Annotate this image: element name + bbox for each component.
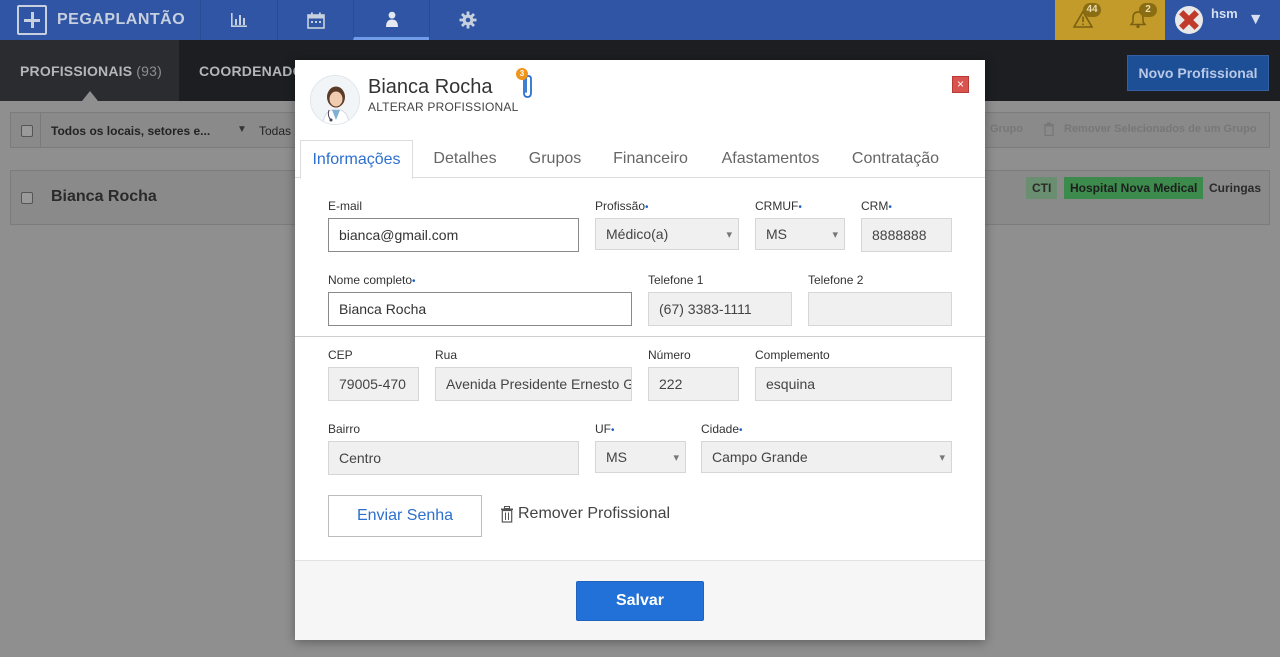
section-divider: [295, 336, 985, 337]
bairro-label: Bairro: [328, 422, 361, 436]
chart-icon: [230, 13, 247, 27]
gear-icon: [459, 11, 476, 29]
save-button[interactable]: Salvar: [576, 581, 704, 621]
tab-profissionais-label: PROFISSIONAIS: [20, 62, 133, 79]
tag-cti: CTI: [1026, 177, 1058, 199]
nav-calendar-button[interactable]: [277, 0, 353, 40]
alerts-area: 44 2: [1055, 0, 1165, 40]
nav-settings-button[interactable]: [429, 0, 505, 40]
row-checkbox[interactable]: [21, 192, 33, 204]
tab-coordenadores-label: COORDENADO: [199, 62, 295, 79]
modal-tabs: Informações Detalhes Grupos Financeiro A…: [295, 140, 985, 179]
nav-professionals-button[interactable]: [353, 0, 429, 40]
active-tab-pointer: [82, 91, 98, 101]
nome-label: Nome completo•: [328, 273, 416, 287]
bairro-field[interactable]: Centro: [328, 441, 579, 475]
cep-label: CEP: [328, 348, 353, 362]
tab-contratacao[interactable]: Contratação: [842, 140, 949, 178]
remove-professional-label: Remover Profissional: [518, 505, 671, 522]
send-password-button[interactable]: Enviar Senha: [328, 495, 482, 537]
all-filter[interactable]: Todas: [259, 124, 291, 138]
username: hsm: [1211, 5, 1238, 21]
top-navbar: PEGAPLANTÃO 44 2 hsm ▼: [0, 0, 1280, 40]
nav-reports-button[interactable]: [200, 0, 276, 40]
trash-icon: [1044, 122, 1054, 136]
telefone1-label: Telefone 1: [648, 273, 704, 287]
modal-footer: Salvar: [295, 560, 985, 640]
location-filter[interactable]: Todos os locais, setores e...: [51, 124, 210, 138]
profissao-label: Profissão•: [595, 199, 649, 213]
edit-professional-modal: Bianca Rocha ALTERAR PROFISSIONAL 3 × In…: [295, 60, 985, 640]
close-button[interactable]: ×: [952, 76, 969, 93]
remove-from-group-action[interactable]: Remover Selecionados de um Grupo: [1064, 123, 1257, 135]
complemento-label: Complemento: [755, 348, 830, 362]
tab-financeiro[interactable]: Financeiro: [602, 140, 699, 178]
rua-label: Rua: [435, 348, 458, 362]
uf-select[interactable]: MS: [595, 441, 686, 473]
remove-professional-button[interactable]: Remover Profissional: [500, 505, 670, 523]
tab-informacoes[interactable]: Informações: [300, 140, 413, 179]
notification-count-badge: 2: [1139, 3, 1157, 17]
divider: [40, 113, 41, 147]
numero-label: Número: [648, 348, 691, 362]
tag-curingas: Curingas: [1203, 177, 1268, 199]
complemento-field[interactable]: esquina: [755, 367, 952, 401]
crm-field[interactable]: 8888888: [861, 218, 952, 252]
tab-profissionais-count: (93): [136, 62, 162, 79]
crmuf-label: CRMUF•: [755, 199, 802, 213]
hospital-avatar: [1175, 6, 1203, 34]
profissao-select[interactable]: Médico(a): [595, 218, 739, 250]
rua-field[interactable]: Avenida Presidente Ernesto Geisel: [435, 367, 632, 401]
new-professional-button[interactable]: Novo Profissional: [1127, 55, 1269, 91]
brand-logo[interactable]: PEGAPLANTÃO: [0, 0, 200, 40]
uf-label: UF•: [595, 422, 615, 436]
doctor-avatar-icon: [311, 76, 359, 124]
chevron-down-icon: ▼: [237, 124, 247, 135]
tab-coordenadores[interactable]: COORDENADO: [179, 40, 295, 101]
telefone2-field[interactable]: [808, 292, 952, 326]
brand-plus-icon: [17, 5, 47, 35]
alert-count-badge: 44: [1083, 3, 1101, 17]
caret-down-icon: ▼: [1247, 11, 1264, 28]
numero-field[interactable]: 222: [648, 367, 739, 401]
add-to-group-action[interactable]: Grupo: [990, 123, 1023, 135]
crmuf-select[interactable]: MS: [755, 218, 845, 250]
email-field[interactable]: bianca@gmail.com: [328, 218, 579, 252]
profile-avatar: [310, 75, 360, 125]
cep-field[interactable]: 79005-470: [328, 367, 419, 401]
crm-label: CRM•: [861, 199, 892, 213]
trash-icon: [501, 505, 513, 523]
calendar-icon: [306, 12, 325, 29]
modal-title: Bianca Rocha: [368, 76, 493, 98]
tab-grupos[interactable]: Grupos: [517, 140, 593, 178]
tab-detalhes[interactable]: Detalhes: [422, 140, 508, 178]
brand-name: PEGAPLANTÃO: [57, 11, 186, 28]
modal-subtitle: ALTERAR PROFISSIONAL: [368, 100, 519, 114]
row-name: Bianca Rocha: [51, 188, 157, 205]
user-icon: [385, 11, 398, 27]
email-label: E-mail: [328, 199, 363, 213]
select-all-checkbox[interactable]: [21, 125, 33, 137]
nome-field[interactable]: Bianca Rocha: [328, 292, 632, 326]
modal-header: Bianca Rocha ALTERAR PROFISSIONAL 3 ×: [295, 60, 985, 140]
cidade-select[interactable]: Campo Grande: [701, 441, 952, 473]
telefone1-field[interactable]: (67) 3383-1111: [648, 292, 792, 326]
attachments-count-badge: 3: [516, 68, 528, 80]
tab-afastamentos[interactable]: Afastamentos: [708, 140, 833, 178]
telefone2-label: Telefone 2: [808, 273, 864, 287]
user-menu[interactable]: hsm ▼: [1165, 0, 1280, 40]
cidade-label: Cidade•: [701, 422, 743, 436]
tag-hospital: Hospital Nova Medical: [1064, 177, 1204, 199]
